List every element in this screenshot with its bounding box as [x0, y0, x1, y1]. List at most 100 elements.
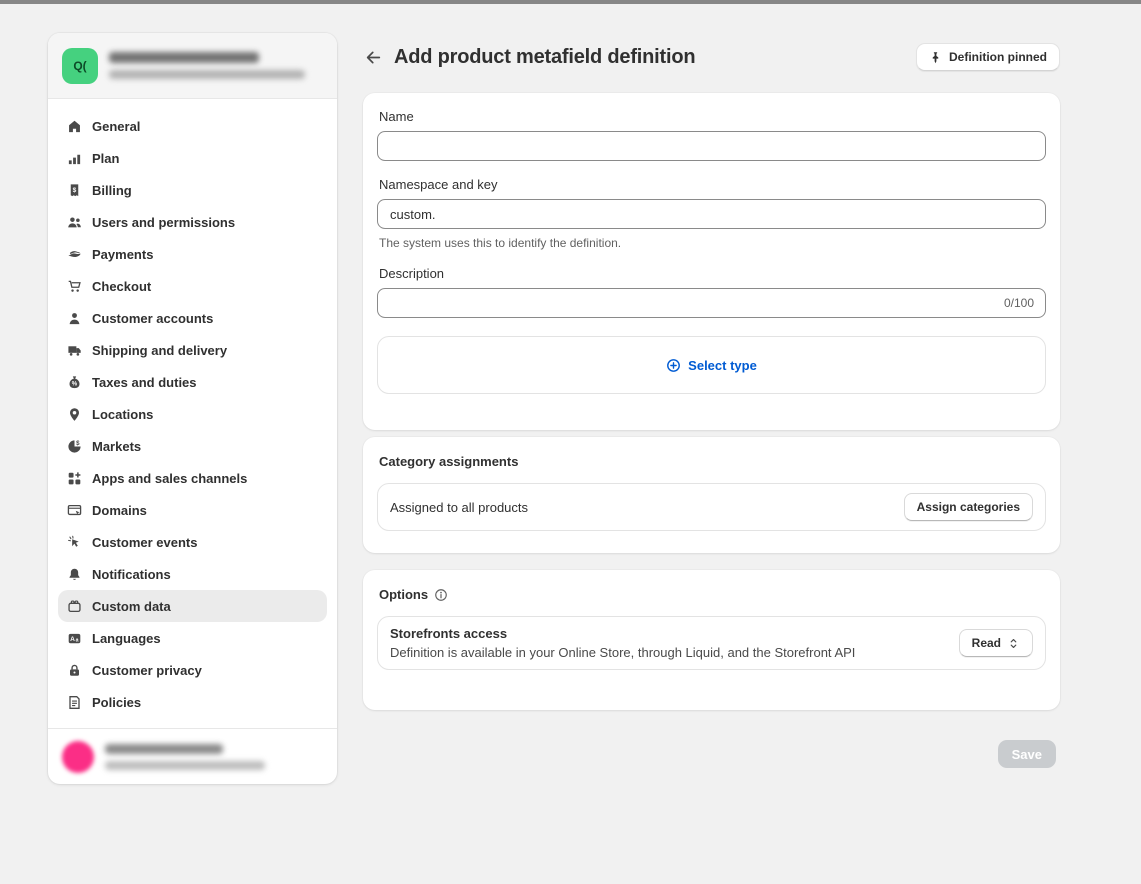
storefronts-access-select[interactable]: Read [959, 629, 1033, 657]
markets-icon [67, 439, 82, 454]
plus-circle-icon [666, 358, 681, 373]
user-avatar [62, 741, 94, 773]
sidebar-item-label: Billing [92, 183, 132, 198]
settings-sidebar: Q( General Plan Billing Users and permis… [48, 33, 337, 784]
description-input[interactable] [377, 288, 1046, 318]
sidebar-item-policies[interactable]: Policies [58, 686, 327, 718]
sidebar-item-general[interactable]: General [58, 110, 327, 142]
name-label: Name [379, 109, 1046, 124]
updown-chevrons-icon [1007, 637, 1020, 650]
lock-icon [67, 663, 82, 678]
sidebar-item-label: Notifications [92, 567, 171, 582]
sidebar-item-label: Policies [92, 695, 141, 710]
definition-form-card: Name Namespace and key The system uses t… [363, 93, 1060, 430]
sidebar-item-label: General [92, 119, 140, 134]
cart-icon [67, 279, 82, 294]
sidebar-item-label: Taxes and duties [92, 375, 197, 390]
options-card: Options Storefronts access Definition is… [363, 570, 1060, 710]
sidebar-item-users-and-permissions[interactable]: Users and permissions [58, 206, 327, 238]
info-icon[interactable] [434, 588, 448, 602]
sidebar-item-notifications[interactable]: Notifications [58, 558, 327, 590]
category-assignments-title: Category assignments [379, 454, 1046, 469]
sidebar-item-label: Markets [92, 439, 141, 454]
user-email-redacted [105, 761, 265, 770]
select-type-box: Select type [377, 336, 1046, 394]
sidebar-item-label: Custom data [92, 599, 171, 614]
sidebar-item-customer-events[interactable]: Customer events [58, 526, 327, 558]
sidebar-item-label: Locations [92, 407, 153, 422]
save-button[interactable]: Save [998, 740, 1056, 768]
sidebar-item-apps-and-sales-channels[interactable]: Apps and sales channels [58, 462, 327, 494]
namespace-key-label: Namespace and key [379, 177, 1046, 192]
sidebar-item-custom-data[interactable]: Custom data [58, 590, 327, 622]
definition-pinned-button[interactable]: Definition pinned [916, 43, 1060, 71]
domains-icon [67, 503, 82, 518]
user-name-redacted [105, 744, 223, 754]
sidebar-item-domains[interactable]: Domains [58, 494, 327, 526]
sidebar-item-label: Customer events [92, 535, 197, 550]
sidebar-nav: General Plan Billing Users and permissio… [48, 99, 337, 728]
sidebar-item-plan[interactable]: Plan [58, 142, 327, 174]
sidebar-item-languages[interactable]: Languages [58, 622, 327, 654]
sidebar-item-billing[interactable]: Billing [58, 174, 327, 206]
select-type-button[interactable]: Select type [666, 358, 757, 373]
sidebar-item-label: Shipping and delivery [92, 343, 227, 358]
arrow-left-icon [365, 49, 382, 66]
sidebar-item-label: Apps and sales channels [92, 471, 247, 486]
options-title: Options [379, 587, 428, 602]
description-label: Description [379, 266, 1046, 281]
definition-pinned-label: Definition pinned [949, 50, 1047, 64]
namespace-key-input[interactable] [377, 199, 1046, 229]
sidebar-item-label: Languages [92, 631, 161, 646]
namespace-help-text: The system uses this to identify the def… [379, 236, 1046, 250]
sidebar-item-payments[interactable]: Payments [58, 238, 327, 270]
truck-icon [67, 343, 82, 358]
pushpin-icon [929, 51, 942, 64]
category-assignments-card: Category assignments Assigned to all pro… [363, 437, 1060, 553]
sidebar-item-label: Users and permissions [92, 215, 235, 230]
assign-categories-button[interactable]: Assign categories [904, 493, 1033, 521]
person-icon [67, 311, 82, 326]
store-switcher[interactable]: Q( [48, 33, 337, 99]
page-title: Add product metafield definition [394, 46, 695, 69]
sidebar-item-label: Domains [92, 503, 147, 518]
sidebar-item-label: Plan [92, 151, 119, 166]
sidebar-item-label: Payments [92, 247, 153, 262]
billing-icon [67, 183, 82, 198]
home-icon [67, 119, 82, 134]
page-header: Add product metafield definition Definit… [360, 42, 1060, 72]
select-type-label: Select type [688, 358, 757, 373]
top-progress-strip [0, 0, 1141, 4]
storefronts-access-value: Read [972, 636, 1001, 650]
back-button[interactable] [360, 44, 386, 70]
name-input[interactable] [377, 131, 1046, 161]
store-avatar: Q( [62, 48, 98, 84]
sidebar-item-customer-privacy[interactable]: Customer privacy [58, 654, 327, 686]
bell-icon [67, 567, 82, 582]
sidebar-item-markets[interactable]: Markets [58, 430, 327, 462]
events-icon [67, 535, 82, 550]
policies-icon [67, 695, 82, 710]
category-assignment-row: Assigned to all products Assign categori… [377, 483, 1046, 531]
sidebar-item-customer-accounts[interactable]: Customer accounts [58, 302, 327, 334]
payments-icon [67, 247, 82, 262]
custom-data-icon [67, 599, 82, 614]
sidebar-item-label: Customer privacy [92, 663, 202, 678]
languages-icon [67, 631, 82, 646]
storefronts-access-row: Storefronts access Definition is availab… [377, 616, 1046, 670]
sidebar-item-label: Customer accounts [92, 311, 213, 326]
sidebar-item-shipping-and-delivery[interactable]: Shipping and delivery [58, 334, 327, 366]
storefronts-access-title: Storefronts access [390, 626, 959, 641]
sidebar-item-taxes-and-duties[interactable]: Taxes and duties [58, 366, 327, 398]
assign-categories-label: Assign categories [917, 500, 1020, 514]
sidebar-item-checkout[interactable]: Checkout [58, 270, 327, 302]
user-account[interactable] [48, 728, 337, 784]
apps-icon [67, 471, 82, 486]
category-status-text: Assigned to all products [390, 500, 904, 515]
sidebar-item-locations[interactable]: Locations [58, 398, 327, 430]
users-icon [67, 215, 82, 230]
storefronts-access-description: Definition is available in your Online S… [390, 645, 959, 660]
location-icon [67, 407, 82, 422]
sidebar-item-label: Checkout [92, 279, 151, 294]
store-name-redacted [109, 52, 259, 63]
